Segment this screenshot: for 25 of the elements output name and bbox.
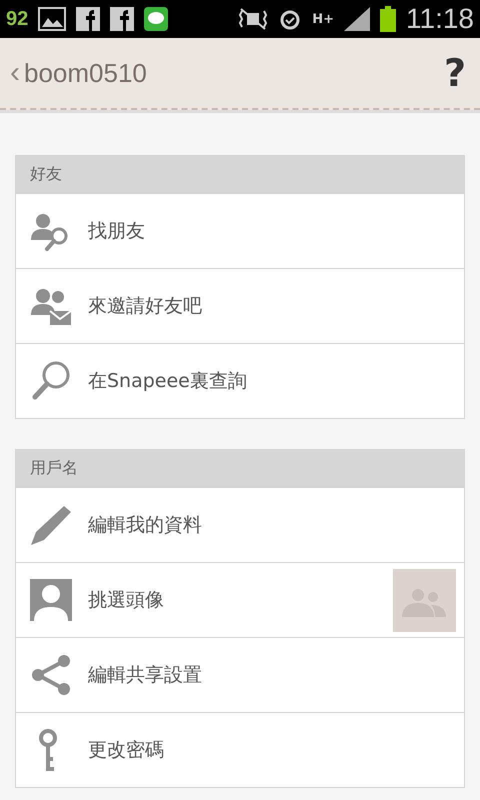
- facebook-icon: [76, 7, 100, 31]
- search-icon: [30, 360, 72, 402]
- chat-app-icon: [144, 7, 168, 31]
- menu-item[interactable]: 編輯我的資料: [16, 487, 464, 562]
- battery-icon: [380, 6, 396, 32]
- share-icon: [30, 654, 72, 696]
- menu-item[interactable]: 編輯共享設置: [16, 637, 464, 712]
- image-icon: [38, 7, 66, 31]
- help-button[interactable]: ?: [444, 51, 466, 95]
- menu-item[interactable]: 在Snapeee裏查詢: [16, 343, 464, 418]
- menu-item[interactable]: 來邀請好友吧: [16, 268, 464, 343]
- pencil-icon: [30, 504, 72, 546]
- battery-level-text: 92: [6, 8, 28, 30]
- network-type-text: H+: [312, 12, 334, 26]
- menu-item[interactable]: 找朋友: [16, 193, 464, 268]
- menu-item[interactable]: 更改密碼: [16, 712, 464, 787]
- clock-text: 11:18: [406, 3, 474, 35]
- facebook-icon: [110, 7, 134, 31]
- signal-icon: [344, 7, 370, 31]
- avatar-placeholder-icon: [393, 568, 456, 632]
- user-icon: [30, 579, 72, 621]
- section-header: 好友: [16, 156, 464, 193]
- section-header: 用戶名: [16, 450, 464, 487]
- menu-item[interactable]: 挑選頭像: [16, 562, 464, 637]
- page-title: boom0510: [24, 58, 147, 88]
